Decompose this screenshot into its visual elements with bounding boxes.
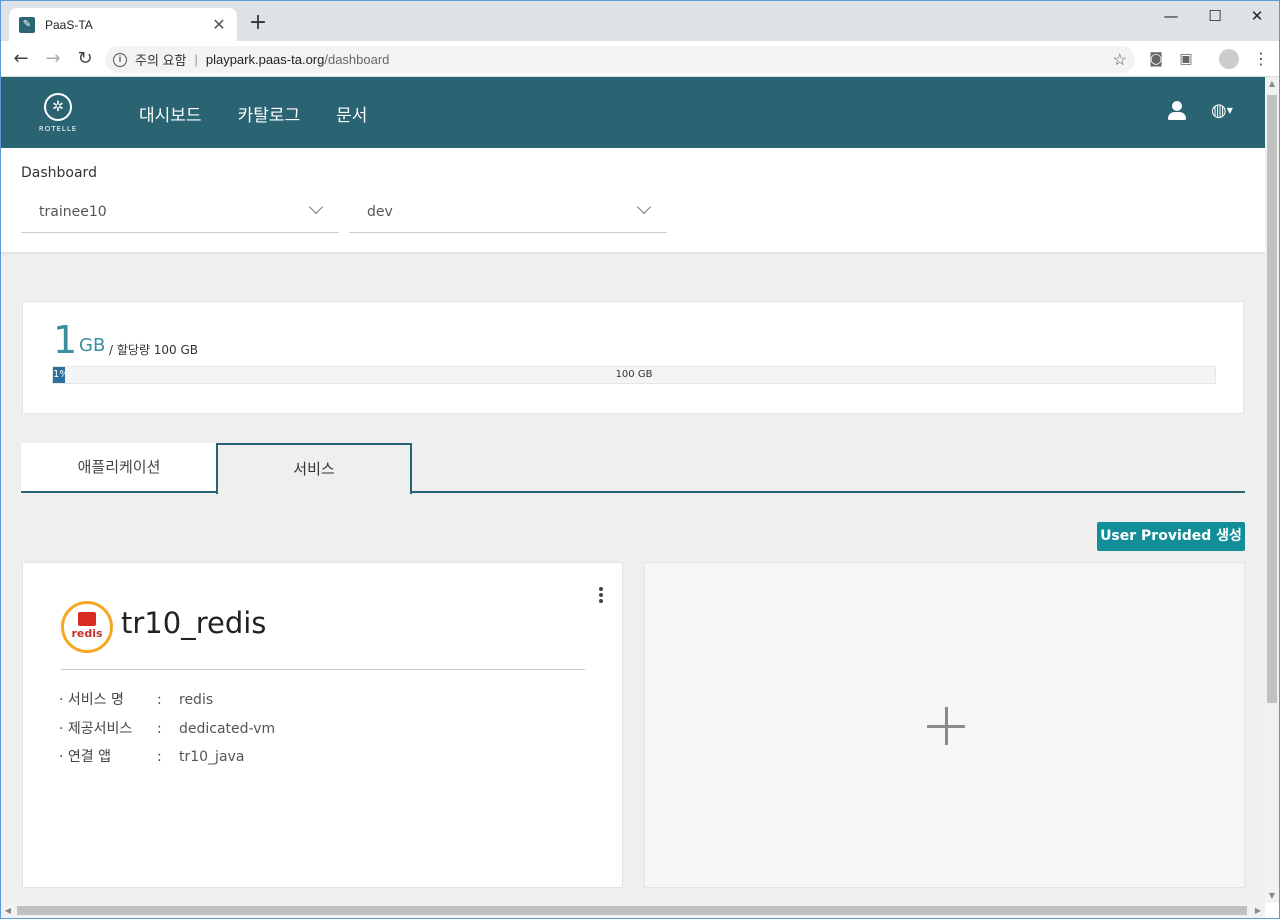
profile-avatar-icon[interactable] — [1219, 49, 1239, 69]
close-window-button[interactable]: ✕ — [1239, 5, 1275, 27]
chevron-down-icon — [308, 199, 324, 215]
service-name: tr10_redis — [121, 606, 267, 640]
filter-bar: Dashboard trainee10 dev — [1, 148, 1265, 253]
space-select[interactable]: dev — [349, 196, 667, 233]
usage-quota: / 할당량 100 GB — [109, 343, 199, 357]
language-globe-icon[interactable]: ◍▼ — [1211, 101, 1233, 121]
browser-window: ✎ PaaS-TA ✕ + — ☐ ✕ ← → ↻ i 주의 요함 | play… — [0, 0, 1280, 919]
add-service-card[interactable] — [644, 562, 1245, 888]
main-nav: 대시보드 카탈로그 문서 — [139, 101, 367, 126]
address-separator: | — [194, 52, 198, 67]
more-options-icon[interactable] — [598, 587, 604, 605]
security-warning: 주의 요함 — [135, 53, 187, 68]
new-tab-button[interactable]: + — [247, 12, 269, 35]
nav-docs[interactable]: 문서 — [336, 101, 367, 126]
service-info-row: · 제공서비스: dedicated-vm — [59, 718, 275, 738]
page-viewport: ✲ ROTELLE 대시보드 카탈로그 문서 ◍▼ Dashboard trai… — [1, 77, 1265, 903]
service-info-row: · 연결 앱: tr10_java — [59, 746, 244, 766]
memory-usage-card: 1 GB / 할당량 100 GB 100 GB 1% — [22, 301, 1244, 414]
tab-services[interactable]: 서비스 — [216, 443, 412, 494]
scroll-up-icon[interactable]: ▲ — [1265, 77, 1279, 91]
row-value: redis — [179, 692, 214, 708]
usage-progress-bar: 100 GB 1% — [52, 366, 1216, 384]
row-colon: : — [157, 749, 162, 765]
divider — [61, 669, 585, 670]
forward-arrow-icon[interactable]: → — [41, 47, 65, 71]
horizontal-scroll-thumb[interactable] — [17, 906, 1247, 915]
progress-fill: 1% — [53, 367, 65, 383]
maximize-button[interactable]: ☐ — [1197, 5, 1233, 27]
row-colon: : — [157, 692, 162, 708]
nav-dashboard[interactable]: 대시보드 — [139, 101, 202, 126]
browser-menu-icon[interactable]: ⋮ — [1253, 49, 1269, 69]
url-host: playpark.paas-ta.org — [205, 52, 325, 67]
cast-icon[interactable]: ▣ — [1177, 50, 1195, 68]
minimize-button[interactable]: — — [1153, 5, 1189, 27]
scroll-left-icon[interactable]: ◀ — [1, 903, 15, 918]
plus-icon[interactable] — [927, 707, 965, 745]
horizontal-scrollbar[interactable]: ◀ ▶ — [1, 903, 1265, 918]
browser-titlebar: ✎ PaaS-TA ✕ + — ☐ ✕ — [1, 1, 1279, 41]
scroll-right-icon[interactable]: ▶ — [1251, 903, 1265, 918]
usage-value: 1 — [53, 318, 78, 362]
usage-unit: GB — [79, 335, 106, 356]
vertical-scrollbar[interactable]: ▲ ▼ — [1265, 77, 1279, 903]
content-tabs: 애플리케이션 서비스 — [21, 443, 1245, 494]
nav-catalog[interactable]: 카탈로그 — [238, 101, 301, 126]
logo-text: ROTELLE — [38, 125, 78, 133]
bookmark-star-icon[interactable]: ☆ — [1113, 50, 1127, 70]
info-icon[interactable]: i — [113, 52, 127, 67]
org-select-value: trainee10 — [39, 204, 107, 220]
service-card[interactable]: redis tr10_redis · 서비스 명: redis · 제공서비스: d… — [22, 562, 623, 888]
chevron-down-icon — [636, 199, 652, 215]
user-icon[interactable] — [1167, 101, 1187, 121]
page-title: Dashboard — [21, 165, 97, 181]
back-arrow-icon[interactable]: ← — [9, 47, 33, 71]
address-bar[interactable]: i 주의 요함 | playpark.paas-ta.org/dashboard… — [105, 46, 1135, 73]
row-value: dedicated-vm — [179, 721, 276, 737]
progress-label: 1% — [53, 369, 65, 380]
redis-logo-text: redis — [71, 627, 103, 640]
service-info-row: · 서비스 명: redis — [59, 689, 213, 709]
space-select-value: dev — [367, 204, 393, 220]
user-icon-head — [1172, 101, 1182, 111]
scroll-down-icon[interactable]: ▼ — [1265, 889, 1279, 903]
app-header: ✲ ROTELLE 대시보드 카탈로그 문서 ◍▼ — [1, 77, 1265, 148]
paasta-favicon-icon: ✎ — [19, 16, 35, 33]
progress-total-label: 100 GB — [615, 369, 653, 380]
user-provided-create-button[interactable]: User Provided 생성 — [1097, 522, 1245, 551]
camera-icon[interactable]: ◙ — [1147, 50, 1165, 68]
row-label: · 제공서비스 — [59, 721, 133, 737]
rotelle-logo[interactable]: ✲ ROTELLE — [35, 93, 81, 137]
tab-close-icon[interactable]: ✕ — [211, 16, 227, 33]
tab-title: PaaS-TA — [45, 17, 93, 32]
row-label: · 연결 앱 — [59, 749, 111, 765]
redis-logo-icon: redis — [61, 601, 113, 653]
redis-cube-icon — [78, 612, 96, 626]
tab-applications[interactable]: 애플리케이션 — [21, 443, 217, 493]
reload-icon[interactable]: ↻ — [73, 47, 97, 71]
vertical-scroll-thumb[interactable] — [1267, 95, 1277, 703]
browser-toolbar: ← → ↻ i 주의 요함 | playpark.paas-ta.org/das… — [1, 41, 1279, 77]
org-select[interactable]: trainee10 — [21, 196, 339, 233]
chevron-down-icon: ▼ — [1226, 106, 1233, 115]
url-path: /dashboard — [324, 52, 390, 67]
row-value: tr10_java — [179, 749, 245, 765]
browser-tab[interactable]: ✎ PaaS-TA ✕ — [9, 8, 237, 41]
row-colon: : — [157, 721, 162, 737]
row-label: · 서비스 명 — [59, 692, 124, 708]
rotelle-logo-icon: ✲ — [44, 93, 72, 121]
user-icon-body — [1168, 112, 1186, 120]
